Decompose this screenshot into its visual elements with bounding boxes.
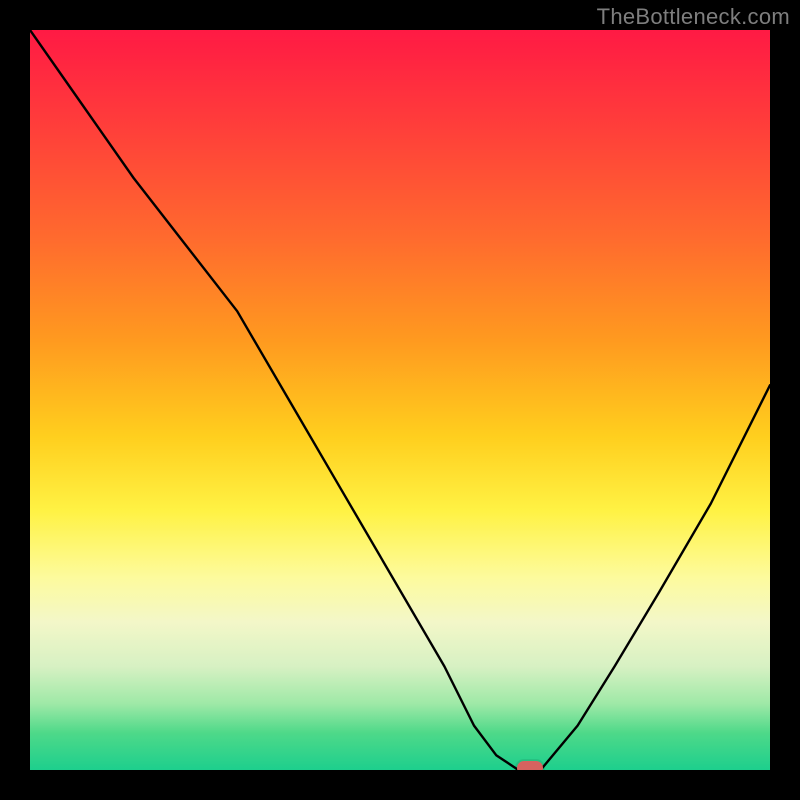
chart-frame: TheBottleneck.com: [0, 0, 800, 800]
optimal-point-marker: [517, 761, 543, 770]
bottleneck-curve: [30, 30, 770, 770]
watermark: TheBottleneck.com: [597, 4, 790, 30]
plot-area: [30, 30, 770, 770]
watermark-text: TheBottleneck.com: [597, 4, 790, 29]
